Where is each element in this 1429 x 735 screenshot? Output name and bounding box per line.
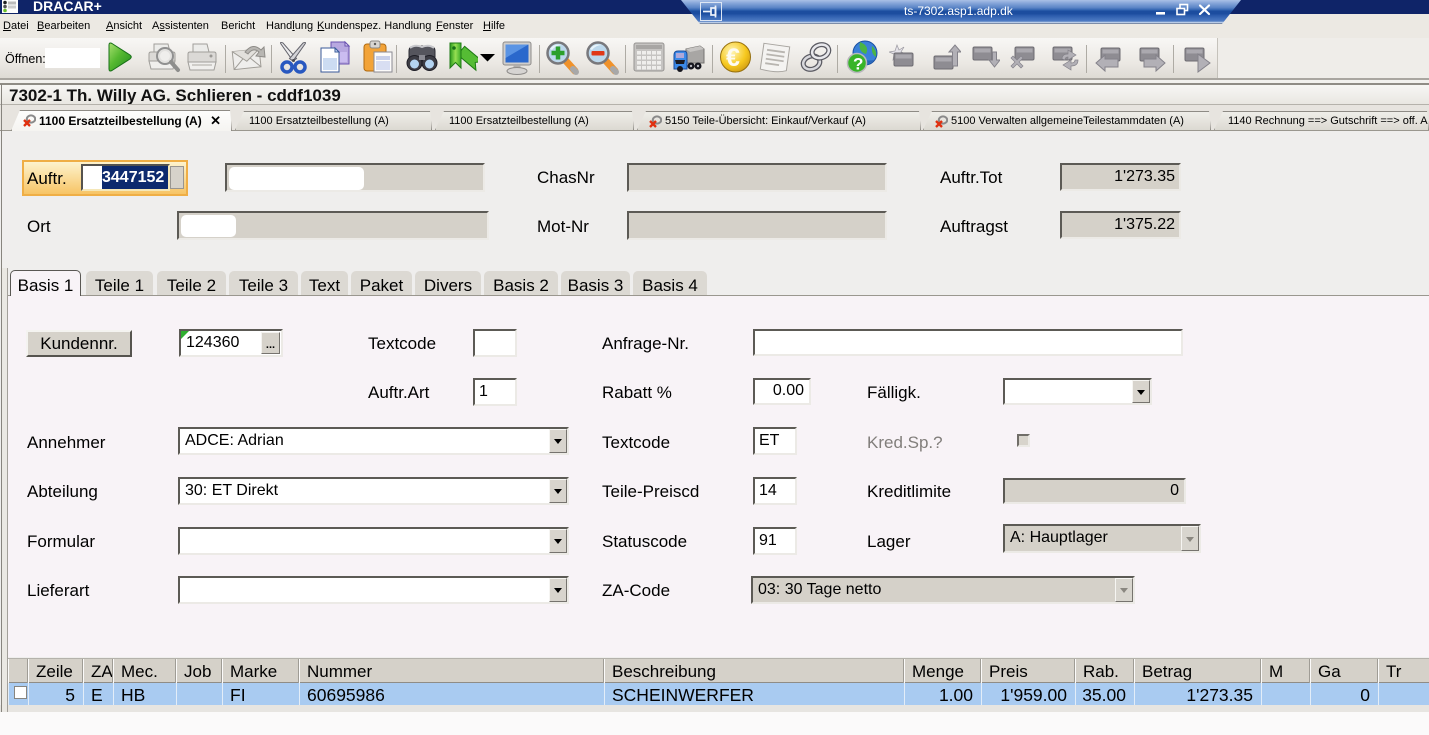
svg-text:€: € (726, 44, 740, 72)
svg-text:?: ? (853, 55, 863, 74)
